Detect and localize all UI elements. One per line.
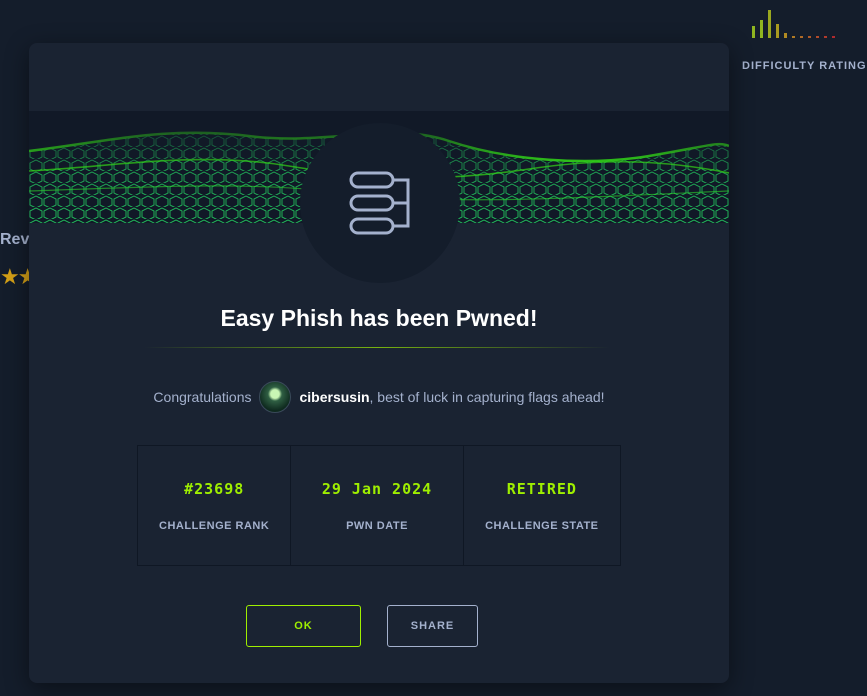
congratulations-message: Congratulations cibersusin , best of luc… xyxy=(29,381,729,413)
congrats-suffix: , best of luck in capturing flags ahead! xyxy=(369,389,605,405)
stat-label: CHALLENGE STATE xyxy=(485,519,599,532)
congrats-prefix: Congratulations xyxy=(153,389,252,405)
stat-label: CHALLENGE RANK xyxy=(159,519,270,532)
stat-value: #23698 xyxy=(184,479,245,498)
database-icon xyxy=(349,171,410,235)
pwned-modal: Easy Phish has been Pwned! Congratulatio… xyxy=(29,43,729,683)
username-link[interactable]: cibersusin xyxy=(299,389,369,405)
modal-title: Easy Phish has been Pwned! xyxy=(220,305,538,331)
challenge-badge xyxy=(300,123,460,283)
stat-pwn-date: 29 Jan 2024 PWN DATE xyxy=(291,446,464,565)
user-avatar[interactable] xyxy=(259,381,292,413)
background-title-fragment: Rev xyxy=(0,231,30,248)
difficulty-chart-icon xyxy=(752,10,835,38)
stat-challenge-rank: #23698 CHALLENGE RANK xyxy=(138,446,292,565)
stats-grid: #23698 CHALLENGE RANK 29 Jan 2024 PWN DA… xyxy=(137,445,621,566)
stat-label: PWN DATE xyxy=(346,519,408,532)
difficulty-rating-label: DIFFICULTY RATING xyxy=(742,60,867,72)
stat-challenge-state: RETIRED CHALLENGE STATE xyxy=(464,446,620,565)
stat-value: 29 Jan 2024 xyxy=(321,479,433,498)
stat-value: RETIRED xyxy=(506,479,577,498)
difficulty-rating: DIFFICULTY RATING xyxy=(736,0,867,80)
title-divider xyxy=(144,347,610,348)
share-button[interactable]: SHARE xyxy=(387,605,478,647)
ok-button[interactable]: OK xyxy=(246,605,361,647)
